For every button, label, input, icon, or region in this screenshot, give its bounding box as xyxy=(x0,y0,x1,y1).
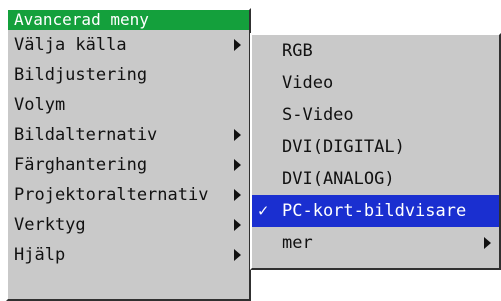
source-item-pc-kort-bildvisare[interactable]: ✓ PC-kort-bildvisare xyxy=(252,195,499,227)
source-item-label: DVI(ANALOG) xyxy=(282,169,395,189)
menu-item-label: Bildjustering xyxy=(14,65,148,85)
menu-item-valja-kalla[interactable]: Välja källa xyxy=(8,30,249,60)
menu-item-volym[interactable]: Volym xyxy=(8,90,249,120)
menu-item-label: Verktyg xyxy=(14,215,86,235)
arrow-right-icon xyxy=(234,189,241,201)
source-item-mer[interactable]: mer xyxy=(252,227,499,259)
menu-item-label: Hjälp xyxy=(14,245,66,265)
source-item-video[interactable]: Video xyxy=(252,67,499,99)
source-item-label: DVI(DIGITAL) xyxy=(282,137,405,157)
advanced-menu: Avancerad meny Välja källa Bildjustering… xyxy=(6,8,251,301)
source-item-label: RGB xyxy=(282,41,313,61)
menu-item-hjalp[interactable]: Hjälp xyxy=(8,240,249,270)
arrow-right-icon xyxy=(484,237,491,249)
menu-item-label: Färghantering xyxy=(14,155,148,175)
arrow-right-icon xyxy=(234,39,241,51)
source-item-s-video[interactable]: S-Video xyxy=(252,99,499,131)
source-item-dvi-analog[interactable]: DVI(ANALOG) xyxy=(252,163,499,195)
source-item-label: S-Video xyxy=(282,105,354,125)
menu-item-fargehantering[interactable]: Färghantering xyxy=(8,150,249,180)
arrow-right-icon xyxy=(234,159,241,171)
source-item-dvi-digital[interactable]: DVI(DIGITAL) xyxy=(252,131,499,163)
source-submenu: RGB Video S-Video DVI(DIGITAL) DVI(ANALO… xyxy=(250,33,501,270)
menu-item-label: Projektoralternativ xyxy=(14,185,209,205)
menu-item-label: Välja källa xyxy=(14,35,127,55)
source-item-rgb[interactable]: RGB xyxy=(252,35,499,67)
arrow-right-icon xyxy=(234,129,241,141)
menu-title: Avancerad meny xyxy=(8,10,249,30)
menu-item-label: Volym xyxy=(14,95,66,115)
menu-item-bildjustering[interactable]: Bildjustering xyxy=(8,60,249,90)
menu-item-projektoralternativ[interactable]: Projektoralternativ xyxy=(8,180,249,210)
menu-item-label: Bildalternativ xyxy=(14,125,158,145)
source-item-label: PC-kort-bildvisare xyxy=(282,201,467,221)
source-item-label: mer xyxy=(282,233,313,253)
checkmark-icon: ✓ xyxy=(258,201,269,221)
arrow-right-icon xyxy=(234,249,241,261)
menu-item-verktyg[interactable]: Verktyg xyxy=(8,210,249,240)
arrow-right-icon xyxy=(234,219,241,231)
source-item-label: Video xyxy=(282,73,334,93)
menu-item-bildalternativ[interactable]: Bildalternativ xyxy=(8,120,249,150)
